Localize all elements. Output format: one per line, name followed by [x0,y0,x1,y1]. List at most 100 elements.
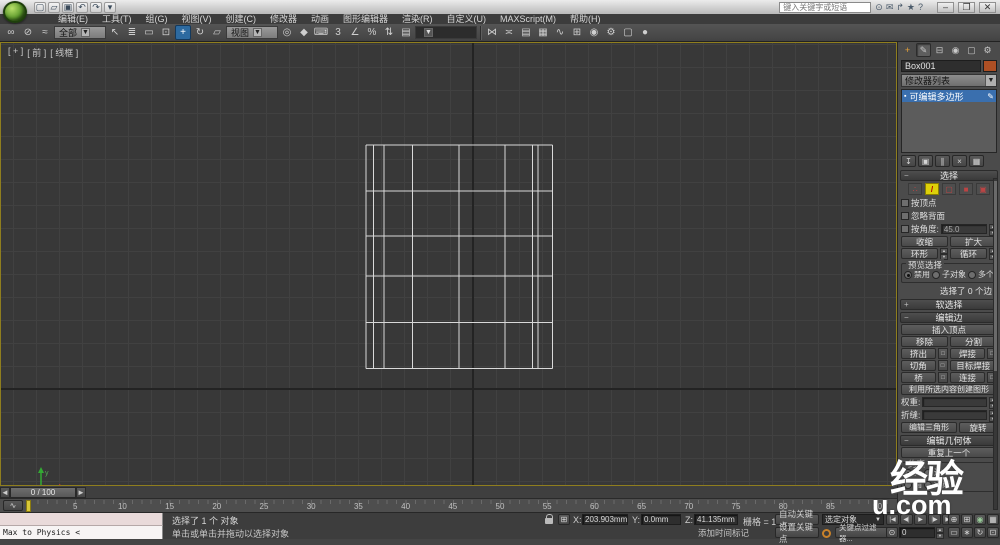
modifier-stack[interactable]: ▪ 可编辑多边形 ✎ [901,89,997,153]
element-subobject-icon[interactable]: ▣ [976,183,990,195]
tab-hierarchy[interactable]: ⊟ [932,43,947,57]
maxscript-mini-listener-input[interactable]: Max to Physics < [0,526,163,539]
zoom-all-icon[interactable]: ⊞ [961,514,973,525]
absolute-mode-icon[interactable]: ⊞ [558,514,570,525]
menu-graph-editors[interactable]: 图形编辑器 [337,14,394,24]
rollout-edit-geometry-header[interactable]: − 编辑几何体 [900,435,998,446]
lock-selection-icon[interactable] [545,514,553,524]
turn-button[interactable]: 旋转 [959,422,997,433]
weld-button[interactable]: 焊接 [950,348,985,359]
infocenter-search-input[interactable] [779,1,872,13]
y-coord-field[interactable]: 0.0mm [641,514,681,525]
zoom-region-icon[interactable]: ▭ [948,527,960,538]
viewport-nav-menu[interactable]: [ + ] [8,46,23,59]
close-button[interactable]: ✕ [979,1,996,13]
menu-animation[interactable]: 动画 [305,14,335,24]
viewport-shading-menu[interactable]: [ 线框 ] [50,46,78,59]
menu-views[interactable]: 视图(V) [176,14,218,24]
new-file-icon[interactable]: ▢ [34,1,46,13]
preview-subobj-radio[interactable] [932,270,940,279]
key-filters-button[interactable]: 关键点过滤器... [835,523,891,543]
angle-snap-icon[interactable]: ∠ [347,25,363,40]
set-key-icon[interactable] [822,529,831,538]
bridge-button[interactable]: 桥 [901,372,936,383]
select-and-scale-icon[interactable]: ▱ [209,25,225,40]
menu-modifiers[interactable]: 修改器 [264,14,303,24]
by-angle-checkbox[interactable] [901,225,909,233]
window-crossing-icon[interactable]: ⊡ [158,25,174,40]
panel-scrollbar[interactable] [993,178,998,510]
preview-multi-radio[interactable] [968,270,976,279]
chamfer-settings-icon[interactable]: □ [937,360,948,371]
pin-stack-icon[interactable]: ↧ [901,155,916,167]
percent-snap-icon[interactable]: % [364,25,380,40]
undo-icon[interactable]: ↶ [76,1,88,13]
selection-filter-dropdown[interactable]: 全部 ▼ [54,26,106,39]
tab-display[interactable]: ▢ [964,43,979,57]
insert-vertex-button[interactable]: 插入顶点 [901,324,997,335]
render-setup-icon[interactable]: ⚙ [603,25,619,40]
extrude-button[interactable]: 挤出 [901,348,936,359]
split-button[interactable]: 分割 [950,336,997,347]
named-selection-sets-icon[interactable]: ▤ [398,25,414,40]
snap-3d-icon[interactable]: 3 [330,25,346,40]
graphite-ribbon-icon[interactable]: ▦ [535,25,551,40]
search-icon[interactable]: ⊙ [875,2,883,13]
unlink-selection-icon[interactable]: ⊘ [20,25,36,40]
wireframe-box[interactable] [1,43,897,486]
modifier-stack-selected-row[interactable]: ▪ 可编辑多边形 ✎ [902,90,996,102]
favorites-icon[interactable]: ★ [907,2,915,13]
time-slider-handle[interactable]: 0 / 100 [10,486,76,498]
selection-region-icon[interactable]: ▭ [141,25,157,40]
select-by-name-icon[interactable]: ≣ [124,25,140,40]
remove-modifier-icon[interactable]: × [952,155,967,167]
select-and-link-icon[interactable]: ∞ [3,25,19,40]
select-object-icon[interactable]: ↖ [107,25,123,40]
current-frame-marker[interactable] [26,500,31,512]
keyboard-override-icon[interactable]: ⌨ [313,25,329,40]
select-and-manipulate-icon[interactable]: ◆ [296,25,312,40]
ring-spinner[interactable]: ▲ ▼ [940,248,948,260]
viewport-name-menu[interactable]: [ 前 ] [27,46,46,59]
tab-modify[interactable]: ✎ [916,43,931,57]
weight-field[interactable] [922,397,987,407]
menu-create[interactable]: 创建(C) [220,14,263,24]
pan-icon[interactable]: ∗ [961,527,973,538]
create-shape-button[interactable]: 利用所选内容创建图形 [901,384,997,395]
render-production-icon[interactable]: ● [637,25,653,40]
border-subobject-icon[interactable]: ▢ [942,183,956,195]
time-slider-next-button[interactable]: ► [76,486,86,498]
menu-edit[interactable]: 编辑(E) [52,14,94,24]
polygon-subobject-icon[interactable]: ■ [959,183,973,195]
help-icon[interactable]: ? [918,2,923,12]
ignore-backfacing-checkbox[interactable] [901,212,909,220]
workspace-dropdown-icon[interactable]: ▾ [104,1,116,13]
loop-button[interactable]: 循环 [950,248,987,259]
spinner-snap-icon[interactable]: ⇅ [381,25,397,40]
menu-help[interactable]: 帮助(H) [564,14,607,24]
configure-modifier-sets-icon[interactable]: ▦ [969,155,984,167]
use-pivot-center-icon[interactable]: ◎ [279,25,295,40]
minimize-button[interactable]: – [937,1,954,13]
app-logo-button[interactable] [3,1,27,23]
grow-button[interactable]: 扩大 [950,236,997,247]
remove-button[interactable]: 移除 [901,336,948,347]
modifier-list-dropdown[interactable]: 修改器列表 ▼ [901,74,997,87]
current-frame-field[interactable]: 0 [899,527,935,538]
ring-button[interactable]: 环形 [901,248,938,259]
connect-button[interactable]: 连接 [950,372,985,383]
reference-coordinate-dropdown[interactable]: 视图 ▼ [226,26,278,39]
menu-rendering[interactable]: 渲染(R) [396,14,439,24]
preview-off-radio[interactable] [904,270,912,279]
material-editor-icon[interactable]: ◉ [586,25,602,40]
extrude-settings-icon[interactable]: □ [938,348,948,359]
save-file-icon[interactable]: ▣ [62,1,74,13]
vertex-subobject-icon[interactable]: ∴ [908,183,922,195]
bind-to-spacewarp-icon[interactable]: ≈ [37,25,53,40]
edge-subobject-icon[interactable]: / [925,183,939,195]
rollout-selection-header[interactable]: − 选择 [900,170,998,181]
time-slider-prev-button[interactable]: ◄ [0,486,10,498]
select-and-move-icon[interactable]: + [175,25,191,40]
menu-tools[interactable]: 工具(T) [96,14,138,24]
schematic-view-icon[interactable]: ⊞ [569,25,585,40]
